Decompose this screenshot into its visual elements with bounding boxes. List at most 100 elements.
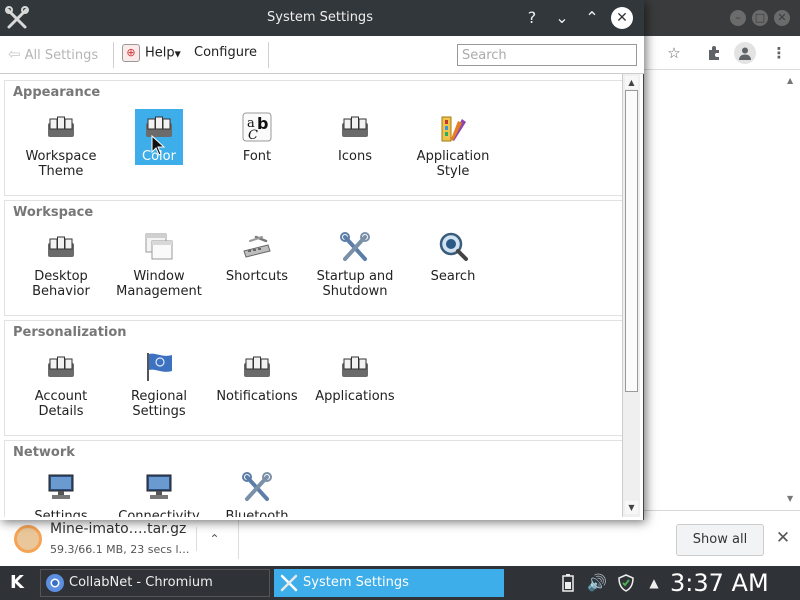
help-label: Help	[145, 45, 175, 61]
settings-module-grid: Appearance Workspace Theme Color abC Fon…	[0, 74, 622, 517]
task-label: System Settings	[303, 575, 409, 590]
module-label: Workspace Theme	[25, 149, 97, 179]
archive-file-icon[interactable]	[14, 525, 42, 553]
profile-avatar-icon[interactable]	[734, 42, 756, 64]
module-label: Application Style	[416, 149, 490, 179]
section-network: Network Settings Connectivity Bluetooth	[4, 440, 622, 517]
tray-expand-arrow-icon[interactable]: ▲	[644, 572, 664, 594]
module-label: Account Details	[34, 389, 88, 419]
module-color[interactable]: Color	[110, 107, 208, 193]
clock[interactable]: 3:37 AM	[670, 566, 769, 600]
all-settings-button[interactable]: ⇦ All Settings	[8, 45, 98, 63]
scroll-down-icon[interactable]: ▼	[787, 494, 793, 503]
module-shortcuts[interactable]: Shortcuts	[208, 227, 306, 313]
battery-icon[interactable]	[558, 572, 578, 594]
show-all-button[interactable]: Show all	[676, 524, 764, 556]
module-connectivity[interactable]: Connectivity	[110, 467, 208, 517]
module-font[interactable]: abC Font	[208, 107, 306, 193]
application-launcher-icon[interactable]: K	[4, 570, 30, 596]
module-label: Desktop Behavior	[32, 269, 90, 299]
section-personalization: Personalization Account Details Regional…	[4, 320, 622, 436]
module-network-settings[interactable]: Settings	[12, 467, 110, 517]
search-icon	[439, 232, 468, 261]
module-window-management[interactable]: Window Management	[110, 227, 208, 313]
download-filename[interactable]: Mine-imato….tar.gz	[50, 521, 186, 537]
module-account-details[interactable]: Account Details	[12, 347, 110, 433]
regional-settings-icon	[147, 353, 172, 381]
module-label: Notifications	[216, 389, 298, 404]
maximize-window-icon[interactable]: ⌃	[582, 8, 602, 28]
browser-menu-icon[interactable]: ⋮	[768, 42, 790, 64]
scrollbar-thumb[interactable]	[625, 90, 638, 392]
scroll-down-arrow-icon[interactable]: ▼	[625, 501, 638, 514]
font-icon: a bC	[242, 112, 272, 143]
section-title: Personalization	[13, 325, 127, 340]
section-title: Appearance	[13, 85, 101, 100]
help-lifebuoy-icon: ⊕	[122, 44, 140, 62]
volume-icon[interactable]: 🔊	[587, 572, 607, 594]
download-status: 59.3/66.1 MB, 23 secs l…	[50, 543, 190, 556]
minimize-icon[interactable]: –	[730, 10, 746, 26]
vertical-scrollbar[interactable]: ▲ ▼	[622, 74, 640, 517]
bluetooth-icon	[242, 472, 272, 501]
application-style-icon	[441, 116, 466, 142]
window-title: System Settings	[267, 10, 373, 25]
icons-icon	[342, 116, 368, 137]
settings-toolbar: ⇦ All Settings ⊕ Help▼ Configure	[0, 36, 644, 74]
module-label: Settings	[34, 509, 88, 517]
system-settings-window: System Settings ? ⌄ ⌃ ✕ ⇦ All Settings ⊕ H…	[0, 0, 644, 520]
module-desktop-behavior[interactable]: Desktop Behavior	[12, 227, 110, 313]
search-input[interactable]	[457, 44, 637, 66]
scroll-up-icon[interactable]: ▲	[787, 76, 793, 85]
module-icons[interactable]: Icons	[306, 107, 404, 193]
dropdown-arrow-icon: ▼	[174, 49, 181, 59]
taskbar: K CollabNet - Chromium System Settings 🔊…	[0, 566, 800, 600]
window-titlebar[interactable]: System Settings ? ⌄ ⌃ ✕	[0, 0, 644, 36]
section-title: Network	[13, 445, 75, 460]
module-regional-settings[interactable]: Regional Settings	[110, 347, 208, 433]
help-context-icon[interactable]: ?	[522, 8, 542, 28]
all-settings-label: All Settings	[24, 48, 99, 63]
module-workspace-theme[interactable]: Workspace Theme	[12, 107, 110, 193]
module-bluetooth[interactable]: Bluetooth	[208, 467, 306, 517]
bookmark-star-icon[interactable]: ☆	[663, 42, 685, 64]
help-menu-button[interactable]: ⊕ Help▼	[122, 44, 181, 62]
module-label: Shortcuts	[225, 269, 289, 284]
mouse-pointer-icon	[151, 135, 166, 156]
security-shield-icon[interactable]	[616, 572, 636, 594]
module-startup-shutdown[interactable]: Startup and Shutdown	[306, 227, 404, 313]
close-window-icon[interactable]: ✕	[611, 7, 633, 29]
toolbar-separator	[113, 42, 114, 68]
module-notifications[interactable]: Notifications	[208, 347, 306, 433]
desktop-behavior-icon	[48, 236, 74, 257]
applications-icon	[342, 356, 368, 377]
module-label: Font	[242, 149, 272, 164]
extensions-icon[interactable]	[703, 42, 725, 64]
close-download-shelf-icon[interactable]: ✕	[774, 527, 792, 549]
scroll-up-arrow-icon[interactable]: ▲	[625, 76, 638, 89]
connectivity-icon	[146, 474, 172, 499]
task-system-settings[interactable]: System Settings	[274, 569, 504, 597]
chromium-icon	[46, 574, 64, 592]
account-details-icon	[48, 356, 74, 377]
maximize-icon[interactable]: □	[752, 10, 768, 26]
configure-button[interactable]: Configure	[194, 45, 257, 60]
module-label: Applications	[315, 389, 395, 404]
section-title: Workspace	[13, 205, 94, 220]
network-settings-icon	[48, 474, 74, 499]
close-icon[interactable]: ✕	[774, 10, 790, 26]
module-label: Regional Settings	[130, 389, 188, 419]
task-chromium[interactable]: CollabNet - Chromium	[40, 569, 270, 597]
svg-text:C: C	[248, 128, 258, 143]
module-applications[interactable]: Applications	[306, 347, 404, 433]
toolbar-separator	[268, 42, 269, 68]
notifications-icon	[244, 356, 270, 377]
browser-scrollbar[interactable]: ▲ ▼	[782, 70, 800, 510]
minimize-window-icon[interactable]: ⌄	[552, 8, 572, 28]
download-options-chevron-icon[interactable]: ⌃	[196, 527, 232, 551]
back-arrow-icon: ⇦	[8, 45, 21, 63]
module-search[interactable]: Search	[404, 227, 502, 313]
module-label: Search	[430, 269, 476, 284]
module-application-style[interactable]: Application Style	[404, 107, 502, 193]
download-divider	[238, 519, 239, 559]
